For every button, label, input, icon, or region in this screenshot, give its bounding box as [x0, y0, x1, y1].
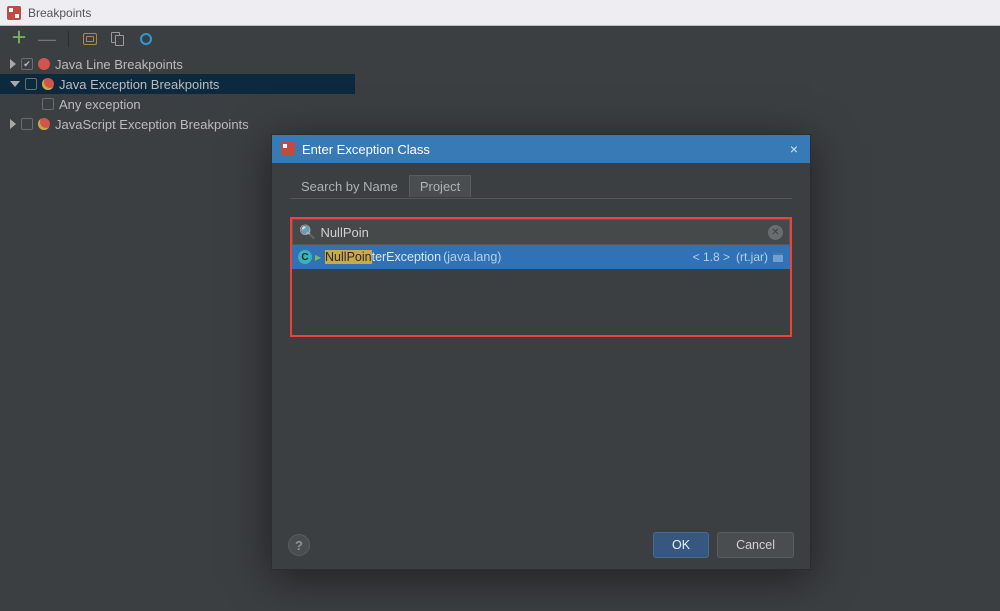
copy-icon: [111, 32, 125, 46]
ok-button[interactable]: OK: [653, 532, 709, 558]
tree-node-java-exception-breakpoints[interactable]: Java Exception Breakpoints: [0, 74, 355, 94]
dialog-footer: ? OK Cancel: [272, 521, 810, 569]
checkbox[interactable]: [21, 58, 33, 70]
checkbox[interactable]: [21, 118, 33, 130]
tab-search-by-name[interactable]: Search by Name: [290, 175, 409, 197]
add-breakpoint-button[interactable]: ＋: [10, 30, 28, 48]
result-jdk-version: < 1.8 >: [693, 250, 730, 264]
result-package: (java.lang): [443, 250, 501, 264]
tree-node-label: JavaScript Exception Breakpoints: [55, 117, 249, 132]
group-by-button[interactable]: [81, 30, 99, 48]
group-icon: [83, 33, 97, 45]
breakpoint-dot-icon: [38, 58, 50, 70]
dialog-icon: [280, 141, 296, 157]
exception-breakpoint-icon: [38, 118, 50, 130]
tab-project[interactable]: Project: [409, 175, 471, 197]
result-jar-name: (rt.jar): [736, 250, 768, 264]
dialog-titlebar[interactable]: Enter Exception Class ×: [272, 135, 810, 163]
search-icon: 🔍: [299, 224, 316, 241]
tree-node-label: Any exception: [59, 97, 141, 112]
search-field-wrapper: 🔍 ✕: [292, 219, 790, 245]
search-input[interactable]: [320, 225, 768, 240]
result-match-highlight: NullPoin: [325, 250, 372, 264]
search-result-row[interactable]: C ▸ NullPointerException (java.lang) < 1…: [292, 245, 790, 269]
window-title: Breakpoints: [28, 6, 91, 20]
dialog-title: Enter Exception Class: [302, 142, 786, 157]
tree-node-javascript-exception-breakpoints[interactable]: JavaScript Exception Breakpoints: [0, 114, 1000, 134]
checkbox[interactable]: [25, 78, 37, 90]
ring-icon: [140, 33, 152, 45]
app-icon: [6, 5, 22, 21]
close-button[interactable]: ×: [786, 141, 802, 157]
clear-search-button[interactable]: ✕: [768, 225, 783, 240]
toolbar-separator: [68, 31, 69, 47]
exception-breakpoint-icon: [42, 78, 54, 90]
help-icon: ?: [295, 538, 303, 553]
archive-icon: [772, 251, 784, 263]
cancel-button[interactable]: Cancel: [717, 532, 794, 558]
plus-icon: ＋: [11, 31, 27, 47]
remove-breakpoint-button[interactable]: —: [38, 30, 56, 48]
collapse-arrow-icon[interactable]: [10, 81, 20, 87]
view-options-button[interactable]: [137, 30, 155, 48]
dialog-tabs: Search by Name Project: [290, 173, 792, 199]
checkbox[interactable]: [42, 98, 54, 110]
enter-exception-class-dialog: Enter Exception Class × Search by Name P…: [271, 134, 811, 570]
expand-arrow-icon[interactable]: [10, 119, 16, 129]
tree-node-java-line-breakpoints[interactable]: Java Line Breakpoints: [0, 54, 1000, 74]
class-badge-icon: C: [298, 250, 312, 264]
close-icon: ×: [790, 141, 798, 157]
highlight-annotation: 🔍 ✕ C ▸ NullPointerException (java.lang)…: [290, 217, 792, 337]
result-empty-area: [292, 269, 790, 335]
tree-node-any-exception[interactable]: Any exception: [0, 94, 1000, 114]
expand-arrow-icon[interactable]: [10, 59, 16, 69]
clear-icon: ✕: [771, 227, 779, 238]
result-name-rest: terException: [372, 250, 441, 264]
copy-button[interactable]: [109, 30, 127, 48]
dialog-body: Search by Name Project 🔍 ✕ C ▸ NullPoint…: [272, 163, 810, 347]
breakpoints-toolbar: ＋ —: [0, 26, 1000, 52]
minus-icon: —: [38, 30, 56, 48]
help-button[interactable]: ?: [288, 534, 310, 556]
tree-node-label: Java Exception Breakpoints: [59, 77, 219, 92]
breakpoints-tree: Java Line Breakpoints Java Exception Bre…: [0, 52, 1000, 136]
window-titlebar: Breakpoints: [0, 0, 1000, 26]
runnable-arrow-icon: ▸: [315, 250, 321, 264]
result-class-name: NullPointerException: [325, 250, 441, 264]
tree-node-label: Java Line Breakpoints: [55, 57, 183, 72]
